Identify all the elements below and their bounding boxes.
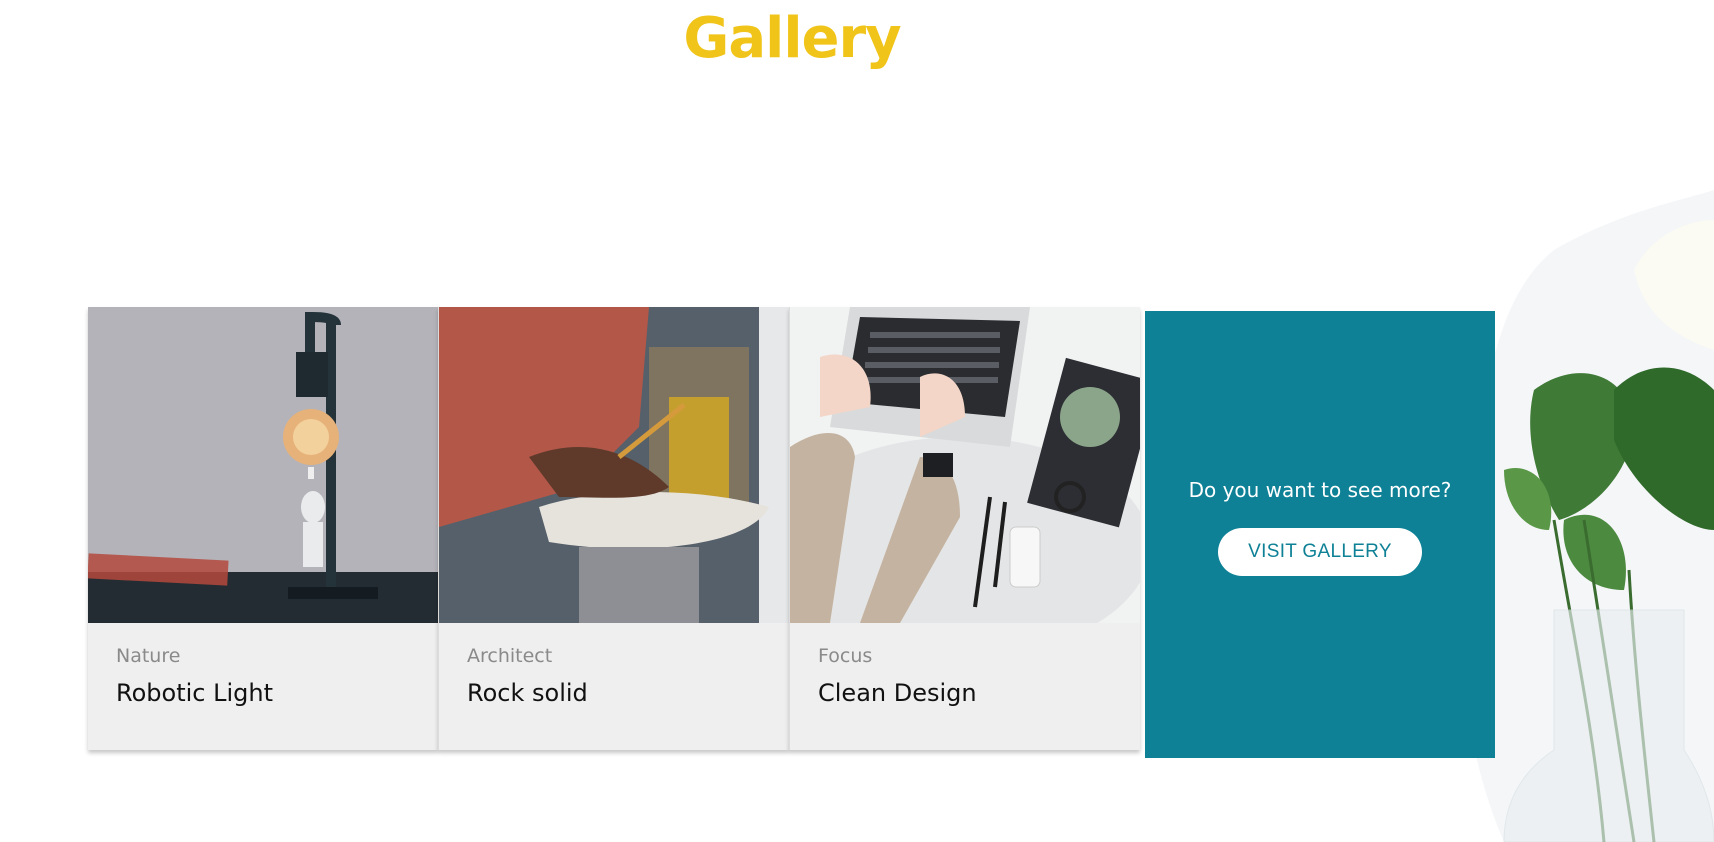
card-title[interactable]: Rock solid — [467, 679, 761, 707]
card-category: Nature — [116, 645, 181, 667]
visit-gallery-button[interactable]: VISIT GALLERY — [1218, 528, 1422, 576]
card-title[interactable]: Clean Design — [818, 679, 1112, 707]
laptop-desk-photo-icon — [790, 307, 1140, 623]
visit-gallery-panel: Do you want to see more? VISIT GALLERY — [1145, 311, 1495, 758]
gallery-card[interactable]: Architect Rock solid — [438, 307, 789, 750]
gallery-card[interactable]: Focus Clean Design — [789, 307, 1140, 750]
card-category: Architect — [467, 645, 553, 667]
craftsman-pencil-photo-icon — [439, 307, 789, 623]
gallery-card[interactable]: Nature Robotic Light — [88, 307, 438, 750]
lamp-figurine-photo-icon — [88, 307, 438, 623]
gallery-cards: Nature Robotic Light Architect Rock soli… — [88, 307, 1140, 750]
section-title: Gallery — [683, 6, 901, 71]
card-title[interactable]: Robotic Light — [116, 679, 410, 707]
promo-text: Do you want to see more? — [1188, 478, 1452, 502]
card-category: Focus — [818, 645, 873, 667]
